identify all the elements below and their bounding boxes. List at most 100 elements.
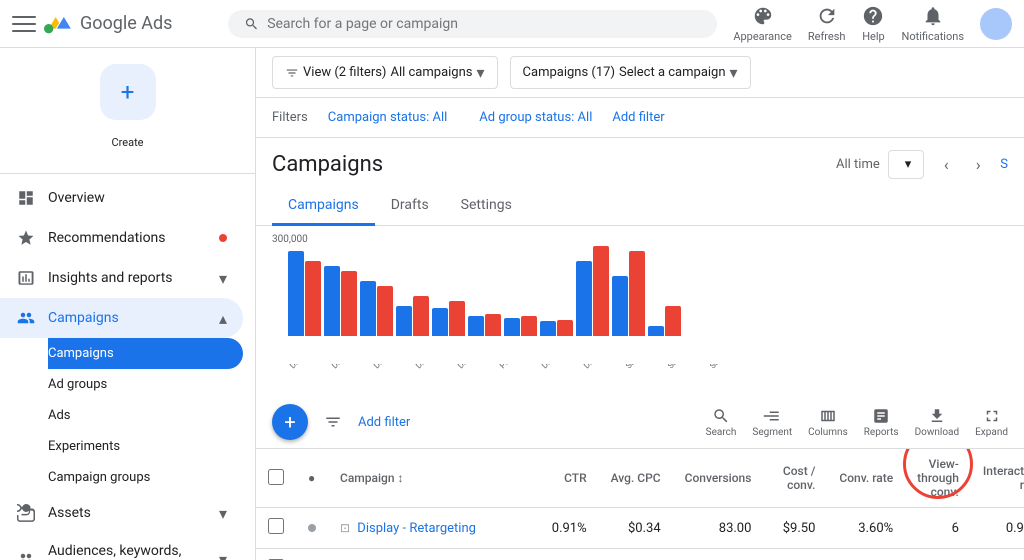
tab-settings[interactable]: Settings [445,187,528,226]
search-action-button[interactable]: Search [706,407,737,438]
ad-groups-label: Ad groups [48,377,227,392]
th-ctr[interactable]: CTR [540,449,599,508]
columns-action-button[interactable]: Columns [808,407,848,438]
campaigns-filter-button[interactable]: Campaigns (17) Select a campaign ▾ [510,56,751,89]
bar-red-4 [413,296,429,336]
audiences-icon [16,549,36,560]
date-next-button[interactable]: › [964,151,992,179]
recommendations-label: Recommendations [48,230,207,246]
ads-label: Ads [48,408,227,423]
add-filter-link[interactable]: Add filter [612,110,664,125]
bar-blue-2 [324,266,340,336]
table-row: ⊡ Display - Retargeting 0.91% $0.34 83.0… [256,508,1024,549]
expand-action-button[interactable]: Expand [975,407,1008,438]
row1-conv-rate: 3.60% [827,508,905,549]
bar-group-5 [432,301,465,336]
row1-campaign-link[interactable]: Display - Retargeting [357,521,476,536]
help-button[interactable]: Help [861,4,885,43]
appearance-label: Appearance [733,30,792,43]
fab-add-button[interactable]: + [272,404,308,440]
th-campaign[interactable]: Campaign ↕ [328,449,540,508]
sidebar-item-insights[interactable]: Insights and reports ▾ [0,258,243,298]
sidebar-item-campaigns[interactable]: Campaigns [48,338,243,369]
x-label-9: Search - Core Keywords [PM] [624,364,655,370]
search-input[interactable] [267,16,701,32]
menu-button[interactable] [12,12,36,36]
th-conversions[interactable]: Conversions [673,449,764,508]
create-button[interactable]: + [100,64,156,120]
tab-drafts[interactable]: Drafts [375,187,445,226]
campaigns-chevron: ▴ [219,309,227,328]
sidebar-item-experiments[interactable]: Experiments [48,431,243,462]
search-bar[interactable] [228,10,717,38]
view-filter-button[interactable]: View (2 filters) All campaigns ▾ [272,56,498,89]
row1-interaction-rate: 0.91% [971,508,1024,549]
notifications-button[interactable]: Notifications [901,4,964,43]
chart-bars [272,234,1008,364]
th-conv-rate[interactable]: Conv. rate [827,449,905,508]
campaigns-parent-label: Campaigns [48,310,207,326]
sidebar-item-campaigns-parent[interactable]: Campaigns ▴ [0,298,243,338]
sidebar-item-campaign-groups[interactable]: Campaign groups [48,462,243,493]
bar-red-5 [449,301,465,336]
recommendations-icon [16,228,36,248]
date-prev-button[interactable]: ‹ [932,151,960,179]
sidebar-item-assets[interactable]: Assets ▾ [0,493,243,533]
table-body: ⊡ Display - Retargeting 0.91% $0.34 83.0… [256,508,1024,560]
row1-checkbox[interactable] [268,518,284,534]
sidebar-item-audiences[interactable]: Audiences, keywords, and content ▾ [0,533,243,560]
sidebar-item-ads[interactable]: Ads [48,400,243,431]
overview-label: Overview [48,190,227,206]
download-action-button[interactable]: Download [915,407,960,438]
row1-avg-cpc: $0.34 [599,508,673,549]
content-tabs: Campaigns Drafts Settings [256,187,1024,226]
th-view-through[interactable]: View-throughconv. [905,449,971,508]
appearance-button[interactable]: Appearance [733,4,792,43]
segment-action-button[interactable]: Segment [752,407,792,438]
audiences-label: Audiences, keywords, and content [48,543,207,560]
campaign-status-chip[interactable]: Campaign status: All [316,106,460,129]
columns-action-label: Columns [808,427,848,438]
x-label-2: Discovery - Core Audience [330,364,361,370]
bar-blue-4 [396,306,412,336]
th-interaction-rate[interactable]: Interactionrate [971,449,1024,508]
x-label-4: Display - Core Keywords [414,364,445,370]
th-cost-conv[interactable]: Cost /conv. [763,449,827,508]
reports-action-button[interactable]: Reports [864,407,899,438]
table-row: ↗ Performance Max 2.85% $0.09 9.00 $15.4… [256,549,1024,560]
refresh-label: Refresh [808,30,846,43]
help-icon [861,4,885,28]
sidebar-item-ad-groups[interactable]: Ad groups [48,369,243,400]
recommendations-dot [219,234,227,242]
bar-blue-10 [612,276,628,336]
row2-checkbox-cell [256,549,296,560]
bar-blue-3 [360,281,376,336]
app-header: Google Ads Appearance Refresh Help [0,0,1024,48]
ad-group-status-chip[interactable]: Ad group status: All [467,106,604,129]
view-through-highlight-circle [903,449,973,499]
refresh-button[interactable]: Refresh [808,4,846,43]
select-all-checkbox[interactable] [268,469,284,485]
tab-campaigns[interactable]: Campaigns [272,187,375,226]
view-more-button[interactable]: S [1000,157,1008,172]
table-header-row: ● Campaign ↕ CTR Avg. CPC Conversions Co… [256,449,1024,508]
row2-conversions: 9.00 [673,549,764,560]
segment-action-label: Segment [752,427,792,438]
avatar[interactable] [980,8,1012,40]
campaigns-submenu: Campaigns Ad groups Ads Experiments Camp… [0,338,255,493]
bar-red-2 [341,271,357,336]
sidebar: + Create Overview Recommendations [0,48,256,560]
date-range-picker[interactable]: ▾ [888,150,925,179]
sidebar-item-recommendations[interactable]: Recommendations [0,218,243,258]
bar-blue-5 [432,308,448,336]
row1-campaign-cell: ⊡ Display - Retargeting [328,508,540,549]
sidebar-item-overview[interactable]: Overview [0,178,243,218]
x-label-6: Performance Max [498,364,529,370]
campaigns-table: ● Campaign ↕ CTR Avg. CPC Conversions Co… [256,449,1024,560]
add-filter-action-label[interactable]: Add filter [358,415,410,430]
row1-cost-conv: $9.50 [763,508,827,549]
date-range-dropdown-arrow: ▾ [905,157,912,172]
experiments-label: Experiments [48,439,227,454]
th-avg-cpc[interactable]: Avg. CPC [599,449,673,508]
bar-red-10 [629,251,645,336]
